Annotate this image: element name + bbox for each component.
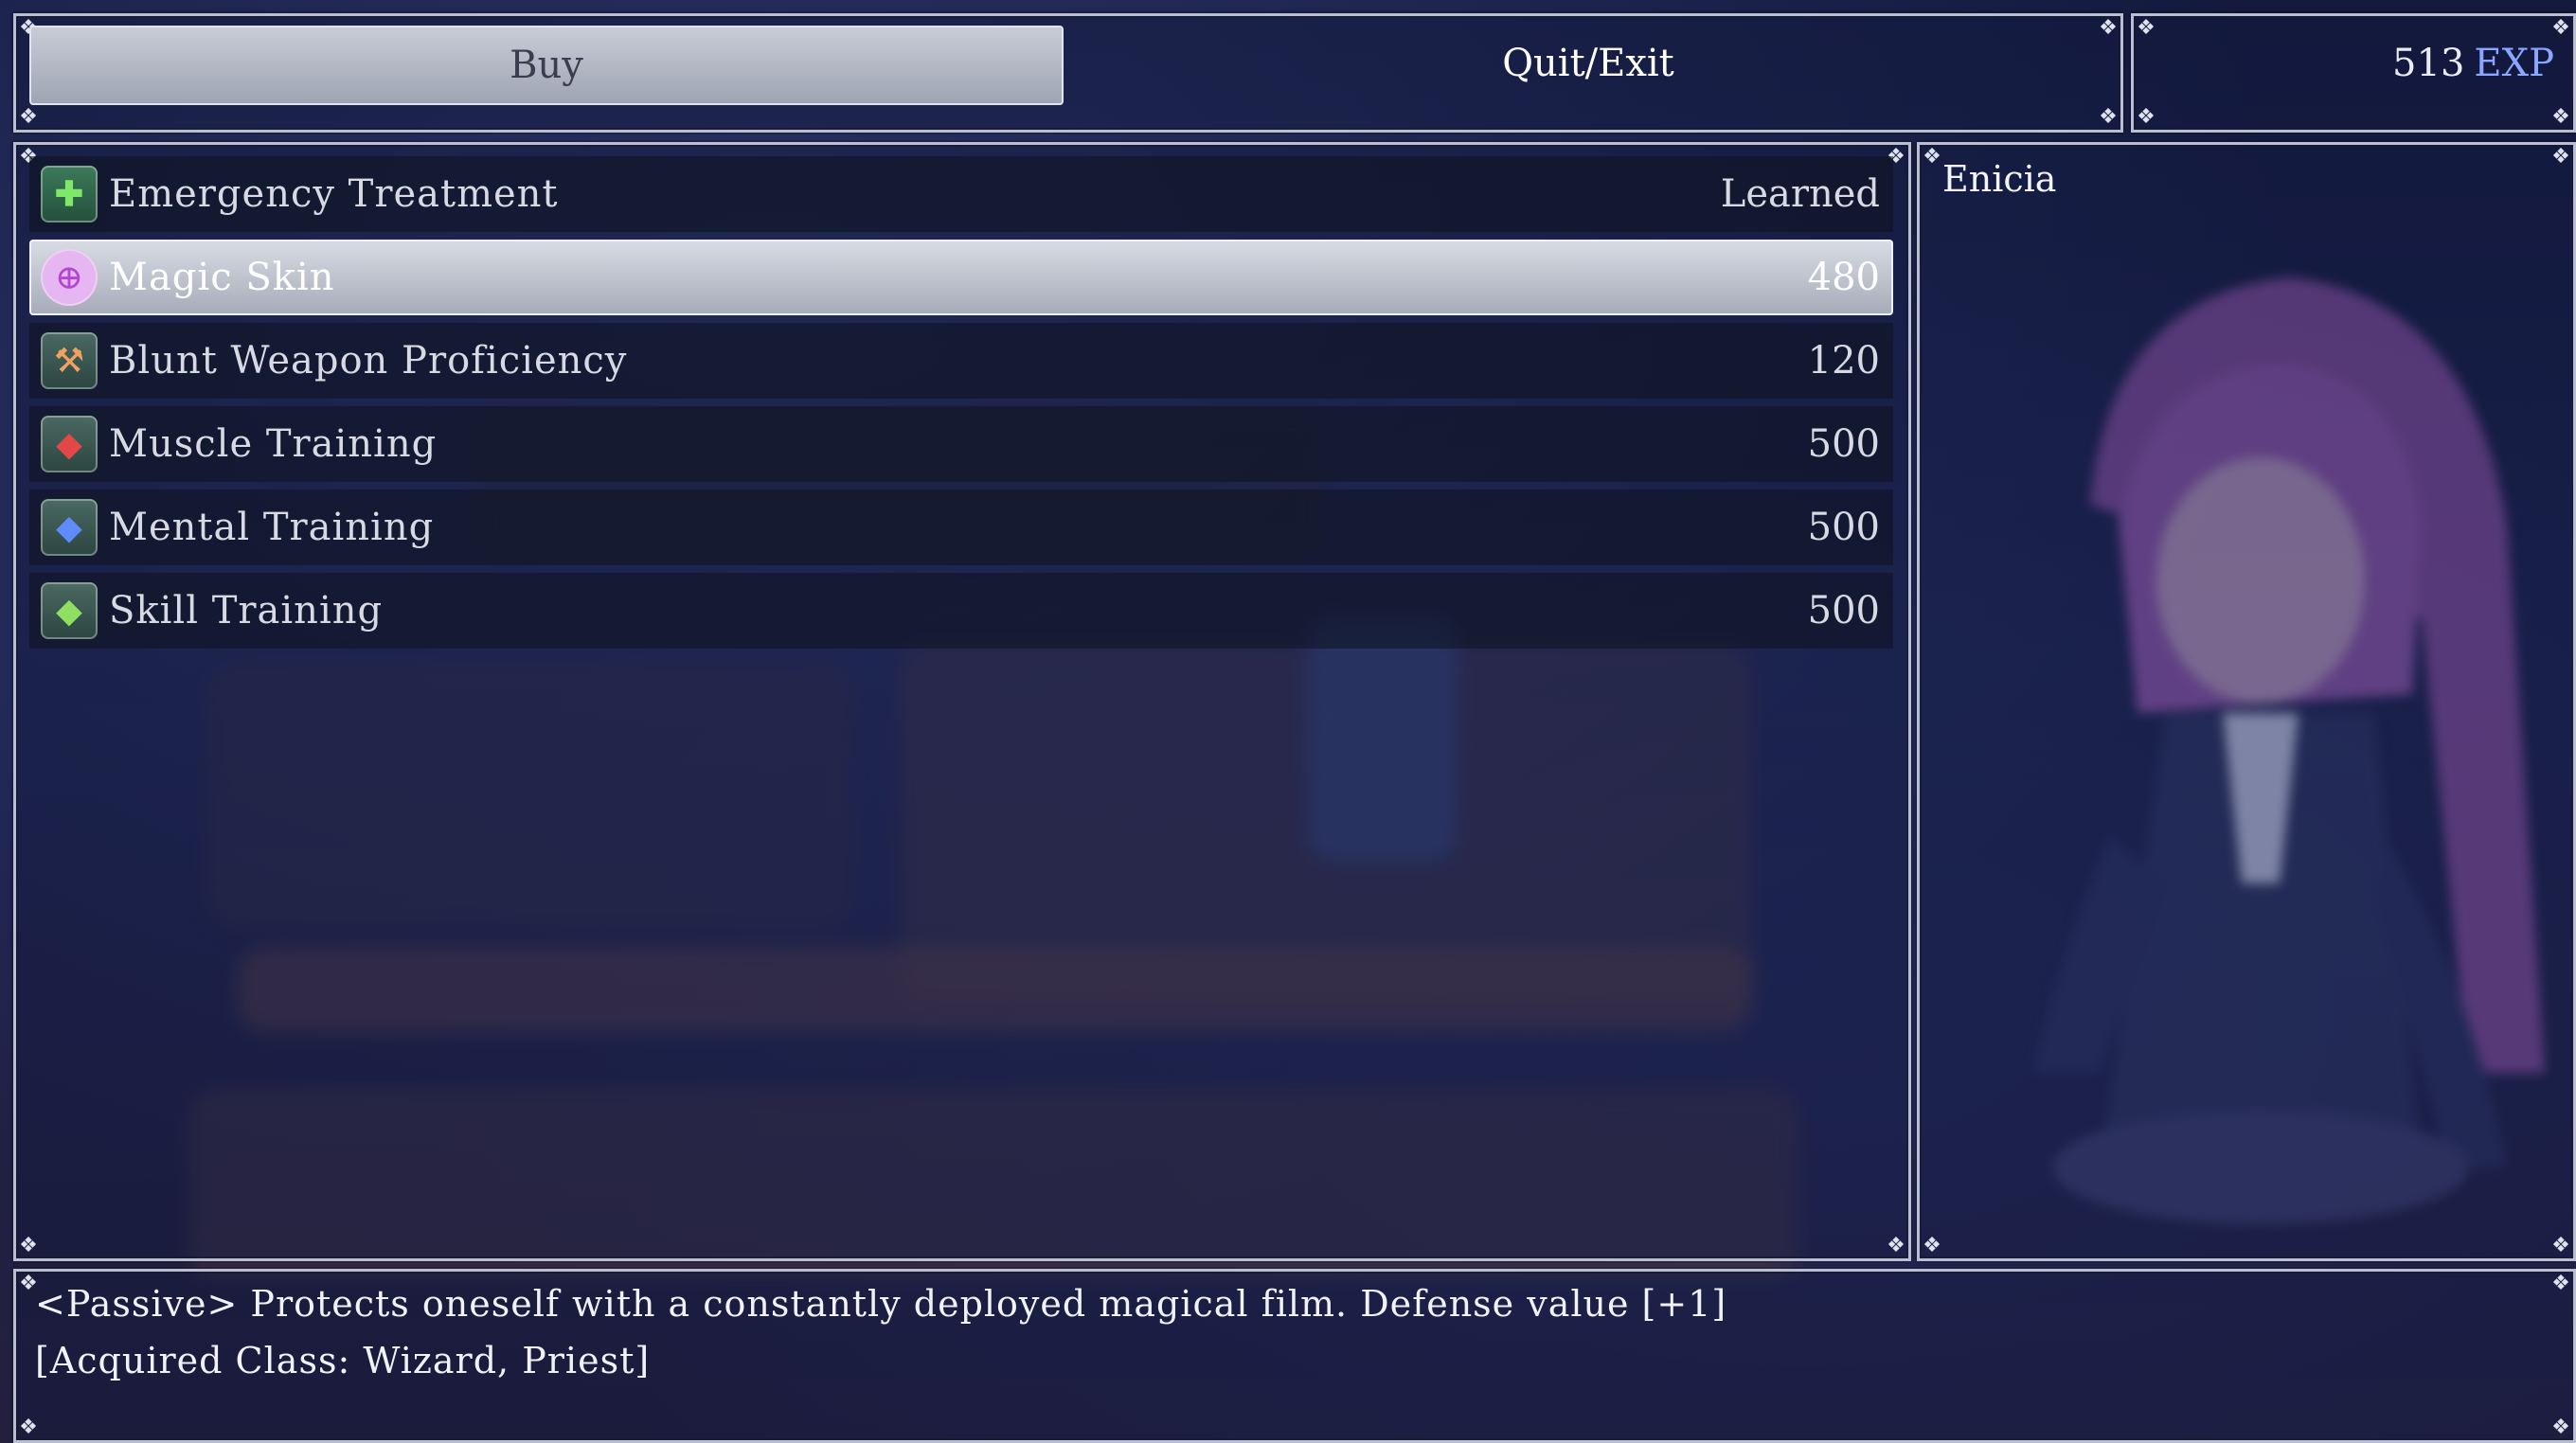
skill-price: 120 (1807, 339, 1880, 383)
skill-name: Muscle Training (109, 422, 438, 466)
skill-row-mental-training[interactable]: ◆ Mental Training 500 (29, 490, 1893, 565)
skill-row-skill-training[interactable]: ◆ Skill Training 500 (29, 573, 1893, 649)
corner-ornament-icon: ❖ (2551, 105, 2570, 129)
corner-ornament-icon: ❖ (2137, 16, 2156, 40)
skill-name: Skill Training (109, 589, 384, 632)
skill-price: 480 (1807, 256, 1880, 299)
skill-price: Learned (1720, 172, 1880, 216)
character-portrait (2033, 277, 2545, 1224)
corner-ornament-icon: ❖ (2099, 105, 2118, 129)
skill-price: 500 (1807, 589, 1880, 632)
corner-ornament-icon: ❖ (19, 1234, 38, 1257)
skill-price: 500 (1807, 422, 1880, 466)
corner-ornament-icon: ❖ (19, 105, 38, 129)
green-plus-icon: ✚ (41, 166, 98, 223)
corner-ornament-icon: ❖ (2551, 1416, 2570, 1439)
character-window: ❖ ❖ ❖ ❖ Enicia (1917, 142, 2576, 1261)
help-description: <Passive> Protects oneself with a consta… (35, 1283, 1727, 1325)
skill-name: Mental Training (109, 506, 435, 549)
exp-amount: 513 (2392, 42, 2465, 85)
command-window: ❖ ❖ ❖ ❖ Buy Quit/Exit (13, 13, 2123, 133)
exp-window: ❖ ❖ ❖ ❖ 513 EXP (2131, 13, 2576, 133)
skill-name: Blunt Weapon Proficiency (109, 339, 628, 383)
corner-ornament-icon: ❖ (2099, 16, 2118, 40)
character-name: Enicia (1942, 158, 2057, 200)
skill-row-emergency-treatment[interactable]: ✚ Emergency Treatment Learned (29, 156, 1893, 232)
skill-row-magic-skin[interactable]: ⊕ Magic Skin 480 (29, 240, 1893, 315)
blue-crystal-icon: ◆ (41, 499, 98, 556)
quit-exit-button[interactable]: Quit/Exit (1077, 26, 2100, 101)
help-class-info: [Acquired Class: Wizard, Priest] (35, 1340, 651, 1381)
corner-ornament-icon: ❖ (2551, 1272, 2570, 1295)
magic-skin-icon: ⊕ (41, 249, 98, 306)
corner-ornament-icon: ❖ (1923, 1234, 1941, 1257)
skill-list-window: ❖ ❖ ❖ ❖ ✚ Emergency Treatment Learned ⊕ … (13, 142, 1911, 1261)
corner-ornament-icon: ❖ (2551, 145, 2570, 169)
skill-name: Magic Skin (109, 256, 335, 299)
corner-ornament-icon: ❖ (1887, 1234, 1905, 1257)
corner-ornament-icon: ❖ (2137, 105, 2156, 129)
red-crystal-icon: ◆ (41, 416, 98, 472)
buy-button[interactable]: Buy (29, 26, 1064, 105)
skill-name: Emergency Treatment (109, 172, 559, 216)
exp-display: 513 EXP (2392, 26, 2554, 101)
green-crystal-icon: ◆ (41, 582, 98, 639)
corner-ornament-icon: ❖ (19, 1416, 38, 1439)
skill-row-muscle-training[interactable]: ◆ Muscle Training 500 (29, 406, 1893, 482)
exp-unit: EXP (2474, 42, 2554, 85)
blunt-weapon-icon: ⚒ (41, 332, 98, 389)
skill-row-blunt-weapon-proficiency[interactable]: ⚒ Blunt Weapon Proficiency 120 (29, 323, 1893, 399)
help-window: ❖ ❖ ❖ ❖ <Passive> Protects oneself with … (13, 1269, 2576, 1443)
corner-ornament-icon: ❖ (1923, 145, 1941, 169)
skill-price: 500 (1807, 506, 1880, 549)
